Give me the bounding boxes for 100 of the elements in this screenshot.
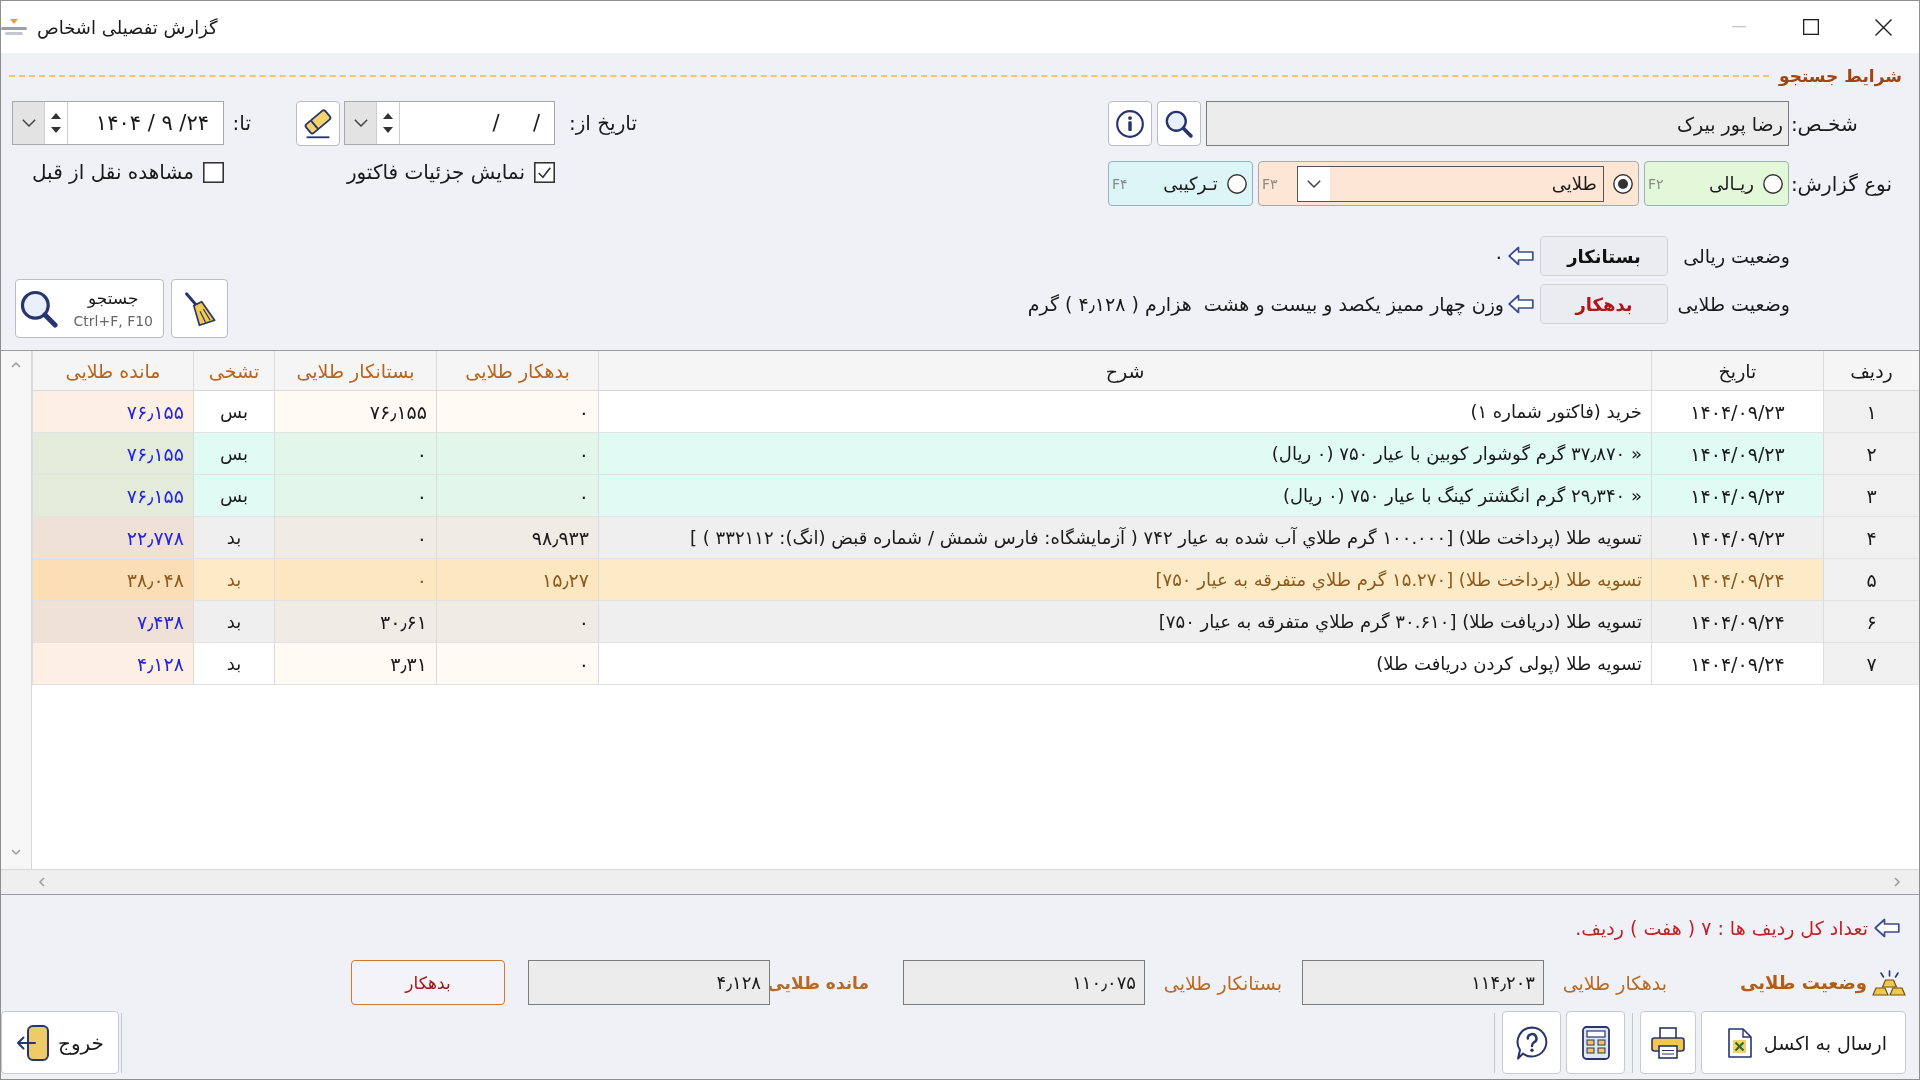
table-cell: ۳۰٫۶۱	[274, 601, 436, 643]
table-row[interactable]: ۳ ۱۴۰۴/۰۹/۲۳ « ۲۹٫۳۴۰ گرم انگشتر کینگ با عیار ۷۵۰ (۰ ریال) ۰ ۰ بس ۷۶٫۱۵۵	[32, 475, 1919, 517]
table-cell: ۰	[274, 475, 436, 517]
horizontal-scrollbar[interactable]	[1, 869, 1919, 894]
checkbox-label[interactable]: مشاهده نقل از قبل	[31, 160, 194, 184]
table-cell: ۱۵٫۲۷	[436, 559, 598, 601]
exit-button[interactable]: خروج	[1, 1011, 119, 1074]
summary-field: ۱۱۴٫۲۰۳	[1302, 960, 1544, 1005]
calculator-button[interactable]	[1566, 1011, 1625, 1074]
table-cell: ۵	[1823, 559, 1919, 601]
column-header[interactable]: بدهکار طلایی	[436, 351, 598, 390]
report-type-option[interactable]: ریـالی F۲	[1643, 161, 1789, 206]
status-indicator: بستانکار	[1540, 236, 1668, 276]
table-row[interactable]: ۶ ۱۴۰۴/۰۹/۲۴ تسویه طلا (دریافت طلا) [۳۰.۶۱۰ گرم طلاي متفرقه به عیار ۷۵۰] ۰ ۳۰٫۶۱ بد ۷٫۴۳۸	[32, 601, 1919, 643]
dropdown-button[interactable]	[345, 102, 376, 144]
field-label: شخـص:	[1790, 111, 1858, 136]
table-cell: ۲۲٫۷۷۸	[32, 517, 193, 559]
table-row[interactable]: ۴ ۱۴۰۴/۰۹/۲۳ تسویه طلا (پرداخت طلا) [۱۰۰.۰۰۰ گرم طلاي آب شده به عیار ۷۴۲ ( آزمایشگاه: فارس شمش / شماره قبض (انگ): ۳۳۲۱۱۲ ) ] ۹۸٫۹۳۳ ۰ بد ۲۲٫۷۷۸	[32, 517, 1919, 559]
report-type-option[interactable]: تـرکیبی F۴	[1107, 161, 1253, 206]
excel-icon	[1727, 1027, 1752, 1058]
chevron-left-icon	[37, 877, 47, 887]
table-row[interactable]: ۲ ۱۴۰۴/۰۹/۲۳ « ۳۷٫۸۷۰ گرم گوشوار کوبین با عیار ۷۵۰ (۰ ریال) ۰ ۰ بس ۷۶٫۱۵۵	[32, 433, 1919, 475]
summary-label: بستانکار طلایی	[1163, 971, 1282, 994]
table-cell: بد	[193, 643, 274, 685]
radio-icon[interactable]	[1762, 173, 1783, 194]
column-header[interactable]: ردیف	[1823, 351, 1919, 390]
app-logo-icon	[1, 19, 27, 35]
table-cell: ۰	[274, 433, 436, 475]
search-icon	[1164, 109, 1193, 138]
exit-icon	[16, 1024, 50, 1061]
row-count-text: تعداد کل ردیف ها : ۷ ( هفت ) ردیف.	[1575, 917, 1868, 939]
caret-icon	[353, 119, 368, 127]
table-cell: ۰	[274, 559, 436, 601]
table-cell: ۰	[436, 433, 598, 475]
left-arrow-icon	[1508, 294, 1534, 314]
dropdown-button[interactable]	[13, 102, 44, 144]
maximize-icon	[1803, 19, 1819, 35]
close-icon	[1874, 18, 1892, 36]
export-excel-button[interactable]: ارسال به اکسل	[1701, 1011, 1906, 1074]
date-field[interactable]: / /	[344, 101, 555, 145]
table-cell: ۴٫۱۲۸	[32, 643, 193, 685]
down-arrow-icon[interactable]	[51, 127, 61, 133]
table-row[interactable]: ۱ ۱۴۰۴/۰۹/۲۳ خرید (فاکتور شماره ۱) ۰ ۷۶٫۱۵۵ بس ۷۶٫۱۵۵	[32, 391, 1919, 433]
window-title: گزارش تفصیلی اشخاص	[37, 16, 218, 38]
column-header[interactable]: تاریخ	[1651, 351, 1823, 390]
shortcut-hint: F۳	[1261, 175, 1278, 192]
report-type-option[interactable]: طلایی F۳	[1257, 161, 1639, 206]
table-cell: ۰	[274, 517, 436, 559]
table-cell: ۶	[1823, 601, 1919, 643]
column-header[interactable]: مانده طلایی	[32, 351, 193, 390]
table-cell: ۳	[1823, 475, 1919, 517]
chevron-up-icon	[11, 360, 21, 370]
field-label: نوع گزارش:	[1790, 171, 1892, 196]
summary-field: ۱۱۰٫۰۷۵	[903, 960, 1145, 1005]
up-arrow-icon[interactable]	[383, 113, 393, 119]
status-indicator: بدهکار	[1540, 284, 1668, 324]
checkbox-label[interactable]: نمایش جزئیات فاکتور	[346, 160, 525, 184]
broom-icon	[182, 290, 217, 327]
column-header[interactable]: بستانکار طلایی	[274, 351, 436, 390]
help-icon	[1515, 1025, 1548, 1060]
caret-icon	[21, 119, 36, 127]
calculator-icon	[1581, 1025, 1610, 1060]
radio-icon[interactable]	[1612, 173, 1633, 194]
printer-icon	[1651, 1026, 1685, 1059]
checkbox-icon[interactable]	[203, 161, 224, 183]
radio-icon[interactable]	[1226, 173, 1247, 194]
dropdown-field[interactable]: طلایی	[1296, 165, 1604, 202]
table-cell: ۰	[436, 391, 598, 433]
table-row[interactable]: ۷ ۱۴۰۴/۰۹/۲۴ تسویه طلا (پولی کردن دریافت طلا) ۰ ۳٫۳۱ بد ۴٫۱۲۸	[32, 643, 1919, 685]
print-button[interactable]	[1640, 1011, 1696, 1074]
status-label: وضعیت ریالی	[1683, 245, 1790, 267]
down-arrow-icon[interactable]	[383, 127, 393, 133]
section-heading: شرایط جستجو	[1778, 66, 1902, 86]
table-cell: ۳٫۳۱	[274, 643, 436, 685]
summary-title: وضعیت طلایی	[1740, 972, 1867, 993]
table-cell: ۱	[1823, 391, 1919, 433]
column-header[interactable]: شرح	[598, 351, 1651, 390]
clear-button[interactable]	[171, 279, 228, 338]
table-cell: ۳۸٫۰۴۸	[32, 559, 193, 601]
up-arrow-icon[interactable]	[51, 113, 61, 119]
table-cell: ۷٫۴۳۸	[32, 601, 193, 643]
info-button[interactable]	[1107, 101, 1152, 146]
column-header[interactable]: تشخی	[193, 351, 274, 390]
status-detail: وزن چهار ممیز یکصد و بیست و هشت هزارم ( ۴٫۱۲۸ ) گرم	[1027, 293, 1504, 315]
date-field[interactable]: ۱۴۰۴ / ۹ /۲۴	[12, 101, 224, 145]
status-detail: ۰	[1493, 245, 1504, 267]
table-cell: ۷	[1823, 643, 1919, 685]
shortcut-hint: F۴	[1111, 175, 1128, 192]
vertical-scrollbar[interactable]	[1, 351, 31, 869]
checkbox-icon[interactable]	[534, 161, 555, 183]
help-button[interactable]	[1502, 1011, 1561, 1074]
table-row[interactable]: ۵ ۱۴۰۴/۰۹/۲۴ تسویه طلا (پرداخت طلا) [۱۵.۲۷۰ گرم طلاي متفرقه به عیار ۷۵۰] ۱۵٫۲۷ ۰ بد ۳۸٫۰۴۸	[32, 559, 1919, 601]
field-label: تا:	[232, 111, 251, 135]
table-cell: ۱۴۰۴/۰۹/۲۴	[1651, 643, 1823, 685]
summary-label: مانده طلایی	[767, 972, 869, 993]
search-button[interactable]	[1156, 101, 1201, 146]
table-cell: ۷۶٫۱۵۵	[32, 391, 193, 433]
person-field[interactable]: رضا پور بیرک	[1205, 101, 1789, 146]
table-cell: ۷۶٫۱۵۵	[32, 475, 193, 517]
clear-date-button[interactable]	[296, 100, 340, 146]
